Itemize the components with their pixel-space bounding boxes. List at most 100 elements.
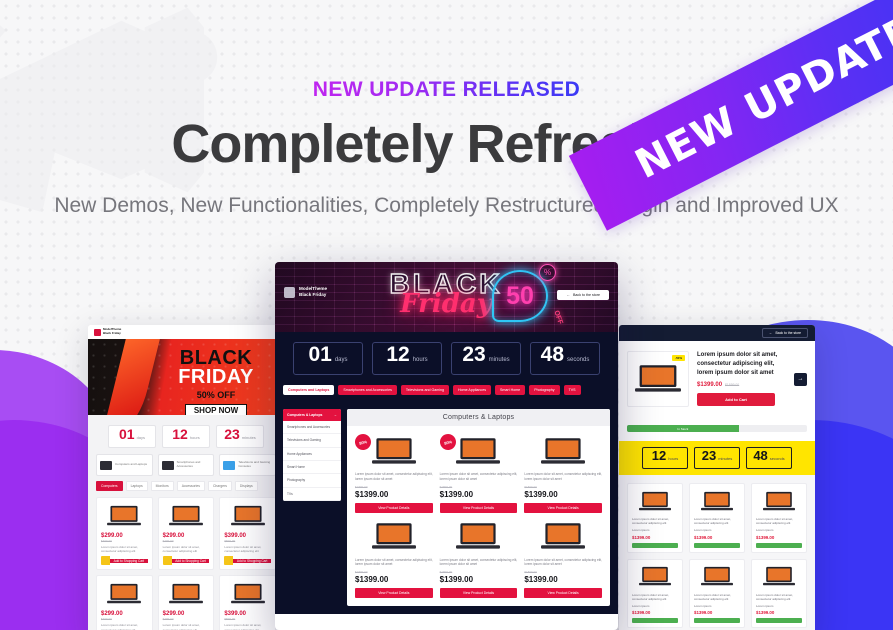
filter-tab[interactable]: Displays xyxy=(234,481,258,491)
product-image xyxy=(101,502,148,530)
stock-bar xyxy=(632,618,678,624)
filter-tab[interactable]: Computers xyxy=(96,481,123,491)
product-card[interactable]: Lorem ipsum dolor sit amet, consectetur … xyxy=(627,483,683,553)
product-card[interactable]: $399.00 $599.00 Lorem ipsum dolor sit am… xyxy=(219,575,276,630)
tab-smart-home[interactable]: Smart Home xyxy=(495,385,526,395)
product-price: $1399.00 xyxy=(439,489,474,499)
left-mock-logo[interactable]: ModelTheme Black Friday xyxy=(94,328,121,336)
product-card[interactable]: Lorem ipsum dolor sit amet, consectetur … xyxy=(439,520,518,599)
countdown-value: 23 xyxy=(701,448,717,463)
banner-discount: 50% OFF xyxy=(196,390,236,400)
shop-now-button[interactable]: SHOP NOW xyxy=(184,404,248,415)
product-card[interactable]: Lorem ipsum dolor sit amet, consectetur … xyxy=(689,483,745,553)
filter-tab[interactable]: Accessories xyxy=(176,481,205,491)
center-demo-mockup[interactable]: ModelTheme Black Friday BLACK Friday 50 … xyxy=(275,262,618,630)
view-product-details-button[interactable]: View Product Details xyxy=(439,502,518,513)
product-card[interactable]: Lorem ipsum dolor sit amet, consectetur … xyxy=(751,483,807,553)
sidebar-item[interactable]: Televisions and Gaming xyxy=(283,434,341,448)
countdown-unit-label: seconds xyxy=(567,357,590,363)
countdown-unit-label: minutes xyxy=(488,357,510,363)
countdown-value: 12 xyxy=(386,343,410,366)
neon-discount-value: 50 xyxy=(506,281,534,310)
view-product-details-button[interactable]: View Product Details xyxy=(355,502,433,513)
countdown-value: 01 xyxy=(308,343,332,366)
back-to-store-button[interactable]: ← Back to the store xyxy=(557,290,609,300)
sidebar-item[interactable]: Home Appliances xyxy=(283,448,341,461)
view-product-details-button[interactable]: View Product Details xyxy=(524,588,602,599)
sidebar-item[interactable]: TVs xyxy=(283,488,341,501)
product-old-price: $1899.00 xyxy=(355,484,368,489)
tab-computers-and-laptops[interactable]: Computers and Laptops xyxy=(283,385,335,395)
left-demo-mockup[interactable]: ModelTheme Black Friday BLACK FRIDAY 50%… xyxy=(88,325,284,630)
product-image xyxy=(632,564,678,590)
product-price: $1399.00 xyxy=(756,610,775,616)
add-to-cart-button[interactable]: Add to Cart xyxy=(697,393,775,406)
product-card[interactable]: 80% Lorem ipsum dolor sit amet, consecte… xyxy=(437,432,518,513)
product-card[interactable]: Lorem ipsum dolor sit amet, consectetur … xyxy=(689,558,745,629)
filter-tab[interactable]: Laptops xyxy=(125,481,148,491)
sidebar-item[interactable]: Photography xyxy=(283,474,341,488)
countdown-unit-label: hours xyxy=(668,456,679,461)
product-card[interactable]: 80% Lorem ipsum dolor sit amet, consecte… xyxy=(353,432,433,513)
product-price: $1399.00 xyxy=(756,534,775,540)
back-to-store-button[interactable]: ← Back to the store xyxy=(762,328,808,338)
filter-tab[interactable]: Chargers xyxy=(207,481,232,491)
right-demo-mockup[interactable]: ← Back to the store -50% Lorem ipsum dol… xyxy=(619,325,815,630)
product-card[interactable]: Lorem ipsum dolor sit amet, consectetur … xyxy=(355,520,433,599)
product-card[interactable]: $299.00 $499.00 Lorem ipsum dolor sit am… xyxy=(96,497,153,571)
product-card[interactable]: Lorem ipsum dolor sit amet, consectetur … xyxy=(524,434,602,513)
product-price: $1399.00 xyxy=(694,610,713,616)
next-product-button[interactable]: → xyxy=(794,372,807,386)
product-card[interactable]: $399.00 $599.00 Lorem ipsum dolor sit am… xyxy=(219,497,276,571)
view-product-details-button[interactable]: View Product Details xyxy=(524,502,602,513)
category-card[interactable]: Computers and Laptops xyxy=(96,454,153,476)
sidebar-item[interactable]: Smart Home xyxy=(283,461,341,475)
tab-tvs[interactable]: TVS xyxy=(563,385,581,395)
tab-photography[interactable]: Photography xyxy=(529,385,560,395)
discount-badge: -50% xyxy=(671,355,685,361)
sidebar-heading[interactable]: Computers & Laptops → xyxy=(283,409,341,421)
banner-copy: BLACK FRIDAY 50% OFF SHOP NOW xyxy=(156,348,276,415)
center-countdown: 01 days 12 hours 23 minutes 48 seconds xyxy=(275,332,618,385)
category-label: Smartphones and Accessories xyxy=(176,460,201,468)
product-old-price: $499.00 xyxy=(101,539,112,543)
tab-televisions-and-gaming[interactable]: Televisions and Gaming xyxy=(400,385,450,395)
center-content-area: Computers & Laptops → Smartphones and Ac… xyxy=(275,403,618,615)
stock-label: In Stock xyxy=(627,425,739,432)
stock-bar xyxy=(632,542,678,548)
category-card[interactable]: Televisions and Gaming Consoles xyxy=(219,454,277,476)
view-product-details-button[interactable]: View Product Details xyxy=(439,588,518,599)
product-price: $1399.00 xyxy=(697,382,723,388)
product-card[interactable]: Lorem ipsum dolor sit amet, consectetur … xyxy=(627,558,683,629)
left-countdown: 01 days 12 hours 23 minutes xyxy=(88,415,284,454)
add-to-cart-button[interactable]: Add to Shopping Cart xyxy=(162,556,210,566)
tab-home-appliances[interactable]: Home Appliances xyxy=(453,385,492,395)
countdown-unit-label: days xyxy=(334,357,348,363)
product-image xyxy=(694,488,740,514)
product-card[interactable]: $299.00 $499.00 Lorem ipsum dolor sit am… xyxy=(157,497,215,571)
countdown-value: 48 xyxy=(753,448,768,463)
center-mock-logo[interactable]: ModelTheme Black Friday xyxy=(284,286,327,299)
product-old-price: $499.00 xyxy=(162,617,174,622)
filter-tab[interactable]: Monitors xyxy=(150,481,174,491)
product-old-price: $1899.00 xyxy=(439,570,453,575)
product-card[interactable]: Lorem ipsum dolor sit amet, consectetur … xyxy=(751,558,807,629)
product-detail-image[interactable]: -50% xyxy=(627,351,689,407)
add-to-cart-button[interactable]: Add to Shopping Cart xyxy=(101,556,148,566)
view-product-details-button[interactable]: View Product Details xyxy=(355,588,433,599)
product-description: Lorem ipsum dolor sit amet, consectetur … xyxy=(694,517,732,526)
countdown-unit: 23 minutes xyxy=(451,342,521,375)
left-mock-banner[interactable]: BLACK FRIDAY 50% OFF SHOP NOW xyxy=(88,339,284,415)
product-card[interactable]: $299.00 $499.00 Lorem ipsum dolor sit am… xyxy=(157,575,215,630)
add-to-cart-button[interactable]: Add to Shopping Cart xyxy=(224,556,271,566)
tab-smartphones-and-accessories[interactable]: Smartphones and Accessories xyxy=(338,385,397,395)
percent-icon: % xyxy=(539,264,556,281)
product-image xyxy=(524,520,602,554)
sidebar-item[interactable]: Smartphones and Accessories xyxy=(283,421,341,435)
product-image xyxy=(101,580,148,608)
countdown-unit-label: days xyxy=(136,435,146,440)
product-card[interactable]: Lorem ipsum dolor sit amet, consectetur … xyxy=(524,520,602,599)
product-card[interactable]: $299.00 $499.00 Lorem ipsum dolor sit am… xyxy=(96,575,153,630)
right-mock-header: ← Back to the store xyxy=(619,325,815,341)
category-card[interactable]: Smartphones and Accessories xyxy=(157,454,215,476)
